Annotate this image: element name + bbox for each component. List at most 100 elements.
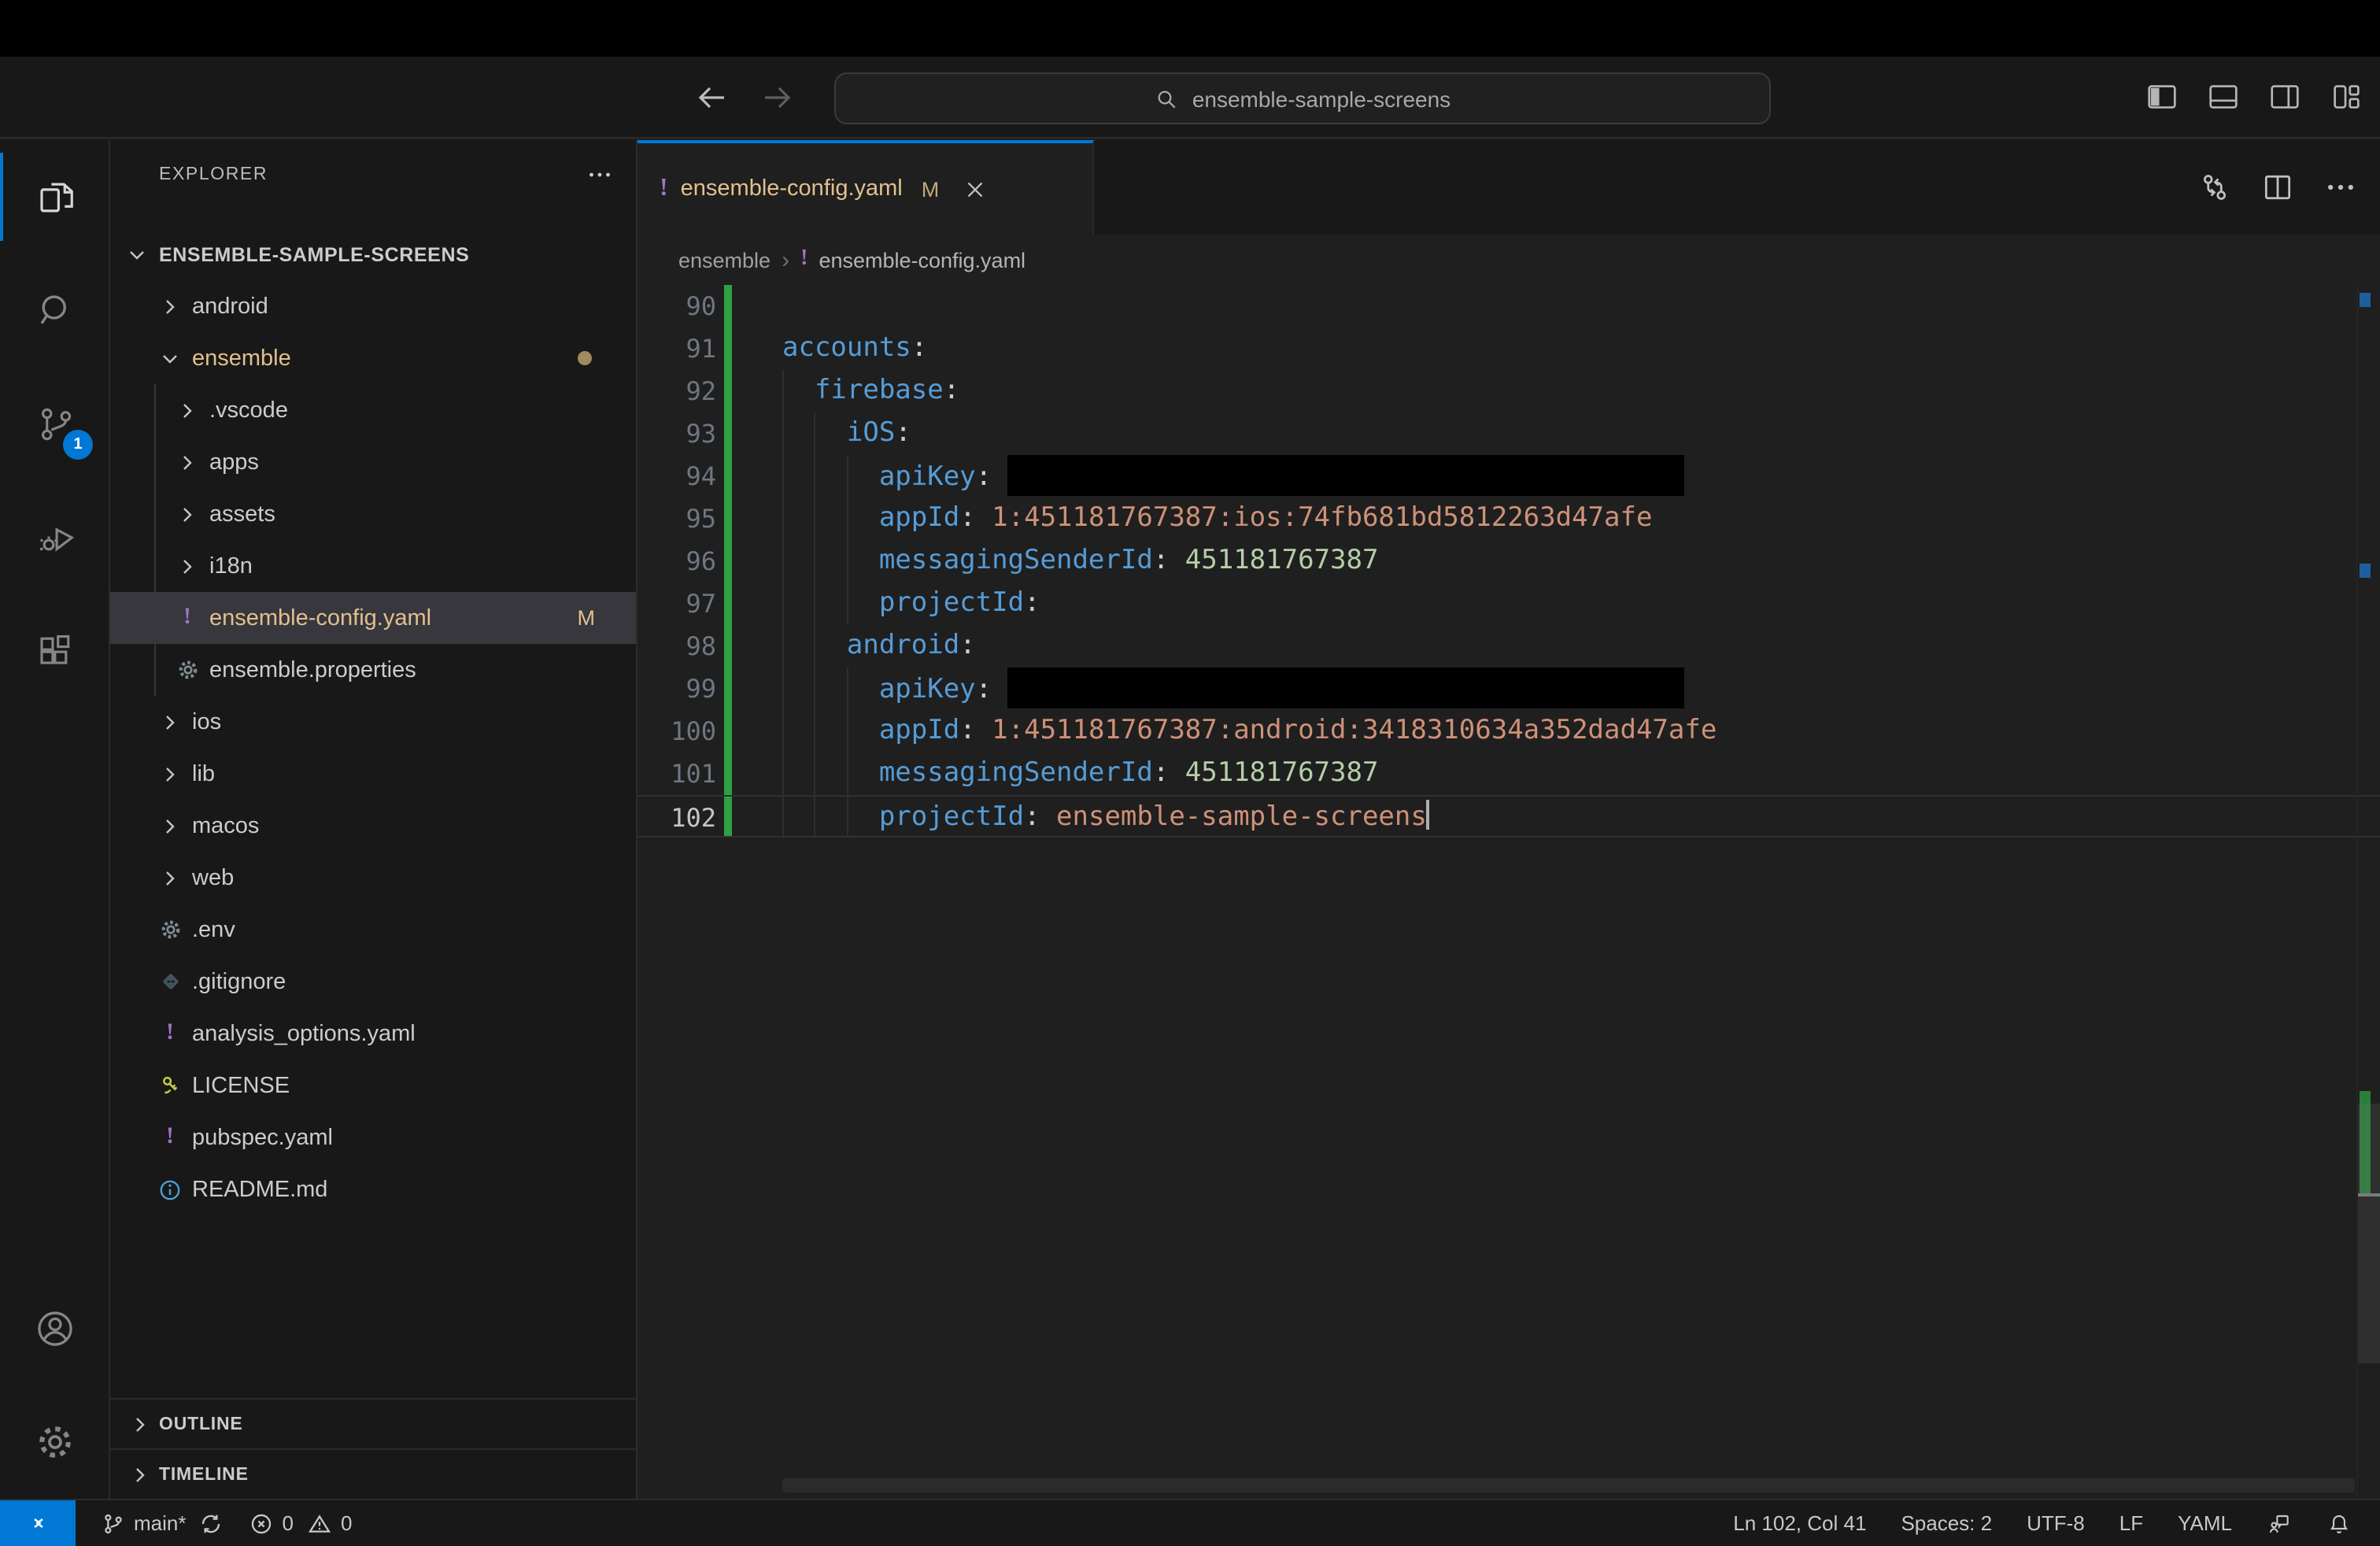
more-actions-icon[interactable] xyxy=(2323,170,2358,205)
settings-button[interactable] xyxy=(0,1385,110,1499)
indentation-item[interactable]: Spaces: 2 xyxy=(1891,1511,2001,1535)
open-changes-icon[interactable] xyxy=(2197,170,2232,205)
toggle-secondary-sidebar-icon[interactable] xyxy=(2267,79,2303,115)
code-line-95[interactable]: 95 appId: 1:451181767387:ios:74fb681bd58… xyxy=(638,497,2380,540)
code-editor[interactable]: 90 91 accounts: 92 firebase: 93 iOS: 94 xyxy=(638,285,2380,1499)
customize-layout-icon[interactable] xyxy=(2328,79,2364,115)
overview-mark xyxy=(2360,564,2371,578)
eol-item[interactable]: LF xyxy=(2110,1511,2153,1535)
chevron-right-icon xyxy=(157,761,183,786)
code-line-93[interactable]: 93 iOS: xyxy=(638,412,2380,455)
activitybar-run-debug[interactable] xyxy=(0,480,110,594)
line-number: 98 xyxy=(686,631,716,661)
back-arrow-icon[interactable] xyxy=(693,78,730,116)
tree-item-env[interactable]: .env xyxy=(110,904,636,956)
tab-ensemble-config-yaml[interactable]: ! ensemble-config.yaml M xyxy=(638,140,1094,235)
encoding-item[interactable]: UTF-8 xyxy=(2017,1511,2094,1535)
tree-item-ensemble-config-yaml[interactable]: ! ensemble-config.yaml M xyxy=(110,592,636,644)
language-mode-item[interactable]: YAML xyxy=(2168,1511,2241,1535)
activitybar-extensions[interactable] xyxy=(0,594,110,707)
tree-item-apps[interactable]: apps xyxy=(110,436,636,488)
tree-item-ios[interactable]: ios xyxy=(110,696,636,748)
overview-ruler[interactable] xyxy=(2356,285,2380,1499)
colon: : xyxy=(1152,757,1185,789)
problems-status-item[interactable]: 0 0 xyxy=(240,1511,362,1536)
extensions-icon xyxy=(34,629,76,671)
breadcrumb: ensemble › ! ensemble-config.yaml xyxy=(638,235,2380,285)
tree-root-ensemble-sample-screens[interactable]: ENSEMBLE-SAMPLE-SCREENS xyxy=(110,228,636,280)
spaces-label: Spaces: 2 xyxy=(1901,1511,1993,1535)
explorer-sidebar: EXPLORER ENSEMBLE-SAMPLE-SCREENS android xyxy=(110,140,638,1499)
git-added-gutter xyxy=(724,540,732,583)
toggle-panel-icon[interactable] xyxy=(2205,79,2241,115)
code-line-94[interactable]: 94 apiKey: xyxy=(638,455,2380,497)
breadcrumb-folder[interactable]: ensemble xyxy=(678,248,771,272)
remote-indicator[interactable] xyxy=(0,1500,76,1546)
outline-section-header[interactable]: OUTLINE xyxy=(110,1398,636,1448)
line-number: 92 xyxy=(686,376,716,406)
item-label: pubspec.yaml xyxy=(192,1125,333,1150)
item-label: lib xyxy=(192,761,216,786)
tree-item-macos[interactable]: macos xyxy=(110,800,636,852)
cursor-position-item[interactable]: Ln 102, Col 41 xyxy=(1724,1511,1876,1535)
git-added-gutter xyxy=(724,370,732,412)
split-editor-icon[interactable] xyxy=(2260,170,2295,205)
tree-item-gitignore[interactable]: .gitignore xyxy=(110,956,636,1008)
notifications-item[interactable] xyxy=(2317,1511,2361,1536)
sidebar-bottom-sections: OUTLINE TIMELINE xyxy=(110,1398,636,1499)
code-line-91[interactable]: 91 accounts: xyxy=(638,327,2380,370)
tree-item-lib[interactable]: lib xyxy=(110,748,636,800)
line-number: 99 xyxy=(686,674,716,704)
code-line-98[interactable]: 98 android: xyxy=(638,625,2380,668)
tree-item-assets[interactable]: assets xyxy=(110,488,636,540)
activitybar-source-control[interactable]: 1 xyxy=(0,367,110,480)
code-line-90[interactable]: 90 xyxy=(638,285,2380,327)
code-line-101[interactable]: 101 messagingSenderId: 451181767387 xyxy=(638,753,2380,795)
git-added-gutter xyxy=(724,497,732,540)
tree-item-web[interactable]: web xyxy=(110,852,636,904)
chevron-right-icon xyxy=(128,1462,153,1487)
activitybar-explorer[interactable] xyxy=(0,140,110,253)
breadcrumb-file[interactable]: ensemble-config.yaml xyxy=(819,248,1026,272)
line-number: 100 xyxy=(671,716,716,746)
branch-status-item[interactable]: main* xyxy=(91,1511,234,1536)
tree-item-ensemble[interactable]: ensemble xyxy=(110,332,636,384)
code-line-100[interactable]: 100 appId: 1:451181767387:android:341831… xyxy=(638,710,2380,753)
activitybar-search[interactable] xyxy=(0,253,110,367)
tree-item-license[interactable]: LICENSE xyxy=(110,1060,636,1111)
colon: : xyxy=(1152,545,1185,576)
vertical-scrollbar[interactable] xyxy=(2358,1104,2380,1363)
code-line-97[interactable]: 97 projectId: xyxy=(638,583,2380,625)
item-label: macos xyxy=(192,813,260,838)
accounts-button[interactable] xyxy=(0,1272,110,1385)
tree-item-pubspec-yaml[interactable]: ! pubspec.yaml xyxy=(110,1111,636,1163)
yaml-value: 451181767387 xyxy=(1184,757,1379,789)
tree-item-android[interactable]: android xyxy=(110,280,636,332)
close-icon[interactable] xyxy=(961,176,988,202)
explorer-more-actions-icon[interactable] xyxy=(586,161,614,189)
activity-bar: 1 xyxy=(0,140,110,1499)
file-tree: ENSEMBLE-SAMPLE-SCREENS android ensemble… xyxy=(110,228,636,1215)
tree-item-ensemble-properties[interactable]: ensemble.properties xyxy=(110,644,636,696)
encoding-label: UTF-8 xyxy=(2027,1511,2085,1535)
tree-item-readme-md[interactable]: README.md xyxy=(110,1163,636,1215)
item-label: README.md xyxy=(192,1177,328,1202)
code-line-99[interactable]: 99 apiKey: xyxy=(638,668,2380,710)
code-line-92[interactable]: 92 firebase: xyxy=(638,370,2380,412)
tree-item-analysis-options-yaml[interactable]: ! analysis_options.yaml xyxy=(110,1008,636,1060)
tree-item-i18n[interactable]: i18n xyxy=(110,540,636,592)
feedback-item[interactable] xyxy=(2257,1511,2301,1536)
code-line-96[interactable]: 96 messagingSenderId: 451181767387 xyxy=(638,540,2380,583)
editor-actions xyxy=(2197,140,2358,235)
toggle-primary-sidebar-icon[interactable] xyxy=(2144,79,2180,115)
command-center-search[interactable]: ensemble-sample-screens xyxy=(834,72,1771,124)
tab-modified-badge: M xyxy=(921,177,940,201)
info-icon xyxy=(157,1177,183,1202)
forward-arrow-icon[interactable] xyxy=(759,78,796,116)
timeline-section-header[interactable]: TIMELINE xyxy=(110,1448,636,1499)
code-line-102-current[interactable]: 102 projectId: ensemble-sample-screens xyxy=(638,795,2380,838)
tree-item-vscode[interactable]: .vscode xyxy=(110,384,636,436)
horizontal-scrollbar[interactable] xyxy=(782,1478,2355,1492)
colon: : xyxy=(959,715,992,746)
key-icon xyxy=(157,1073,183,1098)
